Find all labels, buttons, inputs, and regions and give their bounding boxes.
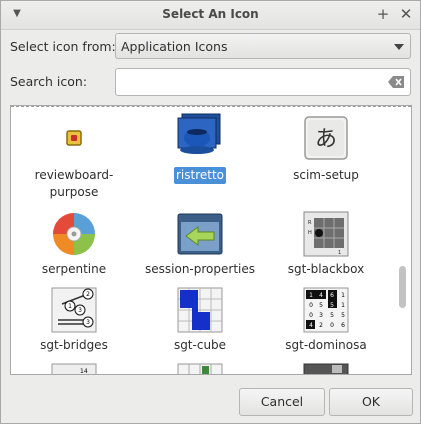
puzzle-icon	[303, 363, 349, 374]
titlebar: ▼ Select An Icon + ✕	[1, 1, 420, 30]
scim-icon: あ	[304, 116, 348, 160]
svg-text:5: 5	[330, 312, 334, 319]
svg-text:0: 0	[309, 302, 313, 309]
icon-item-reviewboard[interactable]: reviewboard- purpose	[11, 112, 137, 200]
svg-text:3: 3	[78, 307, 82, 314]
search-input[interactable]	[120, 72, 384, 94]
icon-label: session-properties	[145, 262, 255, 276]
dropdown-arrow-icon	[394, 44, 404, 50]
close-icon[interactable]: ✕	[397, 5, 415, 23]
svg-text:1: 1	[341, 292, 345, 299]
svg-text:6: 6	[330, 292, 334, 299]
icon-item-ristretto[interactable]: ristretto	[137, 112, 263, 200]
svg-text:1: 1	[68, 303, 72, 310]
puzzle-icon: 14	[51, 363, 97, 375]
svg-text:5: 5	[319, 302, 323, 309]
scrollbar-thumb[interactable]	[399, 266, 406, 308]
icon-item-partial[interactable]: 14	[11, 362, 137, 375]
dominosa-icon: 1461 0551 0355 4206	[303, 287, 349, 333]
svg-text:あ: あ	[315, 127, 337, 152]
svg-text:1: 1	[309, 292, 313, 299]
svg-text:0: 0	[309, 312, 313, 319]
icon-item-sgt-cube[interactable]: sgt-cube	[137, 286, 263, 356]
svg-text:1: 1	[341, 302, 345, 309]
icon-item-scim-setup[interactable]: あ scim-setup	[263, 112, 389, 200]
icon-label: ristretto	[137, 167, 263, 184]
svg-text:3: 3	[319, 312, 323, 319]
svg-text:14: 14	[80, 368, 88, 375]
icon-label: reviewboard- purpose	[34, 168, 114, 199]
cancel-button[interactable]: Cancel	[239, 388, 325, 416]
svg-text:H: H	[308, 230, 312, 236]
grid-top-divider	[11, 106, 411, 107]
svg-text:1: 1	[338, 250, 341, 256]
svg-text:5: 5	[330, 302, 334, 309]
icon-label: scim-setup	[293, 168, 359, 182]
reviewboard-icon	[66, 130, 82, 146]
cube-icon	[177, 287, 223, 333]
selected-label: ristretto	[173, 167, 227, 184]
puzzle-icon	[177, 363, 223, 374]
svg-text:R: R	[308, 220, 312, 226]
pin-icon[interactable]: +	[374, 5, 392, 23]
icon-source-select[interactable]: Application Icons	[115, 33, 411, 59]
svg-text:4: 4	[319, 292, 323, 299]
icon-source-value: Application Icons	[121, 39, 228, 54]
svg-text:6: 6	[341, 322, 345, 329]
icon-grid[interactable]: reviewboard- purpose ristretto あ scim-se…	[10, 105, 412, 375]
svg-text:0: 0	[330, 322, 334, 329]
ok-button[interactable]: OK	[329, 388, 413, 416]
source-label: Select icon from:	[10, 39, 116, 54]
bridges-icon: 2 1 3 3	[51, 287, 97, 333]
svg-text:2: 2	[319, 322, 323, 329]
icon-item-partial[interactable]	[137, 362, 263, 374]
session-properties-icon	[177, 213, 223, 255]
icon-label: sgt-cube	[173, 338, 227, 352]
blackbox-icon: R H 1	[303, 211, 349, 257]
icon-item-sgt-bridges[interactable]: 2 1 3 3 sgt-bridges	[11, 286, 137, 356]
svg-text:5: 5	[341, 312, 345, 319]
icon-label: sgt-dominosa	[285, 338, 367, 352]
icon-item-serpentine[interactable]: serpentine	[11, 210, 137, 280]
icon-item-sgt-dominosa[interactable]: 1461 0551 0355 4206 sgt-dominosa	[263, 286, 389, 356]
icon-item-session-properties[interactable]: session-properties	[137, 210, 263, 280]
search-field[interactable]	[115, 68, 411, 96]
serpentine-icon	[53, 213, 95, 255]
clear-icon[interactable]	[388, 76, 404, 88]
window-title: Select An Icon	[162, 7, 259, 21]
svg-text:2: 2	[86, 291, 90, 298]
icon-label: serpentine	[41, 262, 107, 276]
ristretto-icon	[177, 113, 221, 154]
svg-text:3: 3	[86, 319, 90, 326]
dialog-window: ▼ Select An Icon + ✕ Select icon from: A…	[0, 0, 421, 424]
icon-item-sgt-blackbox[interactable]: R H 1 sgt-blackbox	[263, 210, 389, 280]
icon-label: sgt-bridges	[40, 338, 108, 352]
icon-label: sgt-blackbox	[287, 262, 365, 276]
icon-item-partial[interactable]	[263, 362, 389, 374]
svg-text:4: 4	[309, 322, 313, 329]
search-label: Search icon:	[10, 74, 88, 89]
